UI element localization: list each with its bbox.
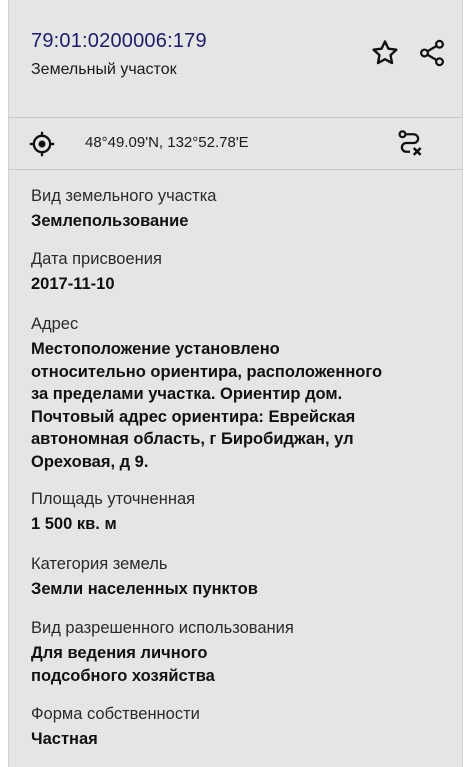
address-line: Местоположение установлено <box>31 340 280 358</box>
field-label: Вид разрешенного использования <box>31 619 294 637</box>
object-type: Земельный участок <box>31 61 177 78</box>
field-label: Форма собственности <box>31 705 200 723</box>
crosshair-icon <box>29 131 55 157</box>
field-ownership: Форма собственности Частная <box>31 703 451 751</box>
field-assignment-date: Дата присвоения 2017-11-10 <box>31 248 451 296</box>
field-value: 2017-11-10 <box>31 275 115 293</box>
field-value: 1 500 кв. м <box>31 515 117 533</box>
route-button[interactable] <box>393 126 427 160</box>
field-area: Площадь уточненная 1 500 кв. м <box>31 488 451 536</box>
field-label: Адрес <box>31 315 79 333</box>
address-line: Ореховая, д 9. <box>31 452 149 471</box>
address-line: за пределами участка. Ориентир дом. <box>31 385 343 403</box>
share-button[interactable] <box>415 36 449 70</box>
address-line: Почтовый адрес ориентира: Еврейская <box>31 407 356 426</box>
coordinates-text[interactable]: 48°49.09'N, 132°52.78'E <box>85 134 249 151</box>
field-value: Для ведения личного подсобного хозяйства <box>31 642 451 687</box>
field-land-category: Категория земель Земли населенных пункто… <box>31 553 451 601</box>
star-outline-icon <box>372 40 398 65</box>
parcel-card: 79:01:0200006:179 Земельный участок 48°4… <box>8 0 463 767</box>
divider <box>9 169 462 170</box>
field-address: Адрес Местоположение установлено относит… <box>31 313 451 473</box>
route-cancel-icon <box>398 130 422 156</box>
field-value: Землепользование <box>31 212 189 230</box>
field-value: Частная <box>31 730 98 748</box>
permitted-use-line: подсобного хозяйства <box>31 666 215 685</box>
field-label: Дата присвоения <box>31 250 162 268</box>
field-parcel-kind: Вид земельного участка Землепользование <box>31 185 451 233</box>
field-value: Земли населенных пунктов <box>31 580 258 598</box>
cadastral-number[interactable]: 79:01:0200006:179 <box>31 30 207 53</box>
field-value: Местоположение установлено относительно … <box>31 338 451 473</box>
field-label: Категория земель <box>31 555 168 573</box>
share-icon <box>419 39 445 67</box>
address-line: относительно ориентира, расположенного <box>31 362 383 381</box>
favorite-button[interactable] <box>368 36 402 70</box>
field-label: Вид земельного участка <box>31 187 217 205</box>
field-label: Площадь уточненная <box>31 490 196 508</box>
field-permitted-use: Вид разрешенного использования Для веден… <box>31 617 451 687</box>
permitted-use-line: Для ведения личного <box>31 644 208 662</box>
card-header: 79:01:0200006:179 Земельный участок <box>9 0 462 116</box>
address-line: автономная область, г Биробиджан, ул <box>31 430 354 448</box>
coordinates-row: 48°49.09'N, 132°52.78'E <box>9 118 462 168</box>
locate-button[interactable] <box>25 127 59 161</box>
